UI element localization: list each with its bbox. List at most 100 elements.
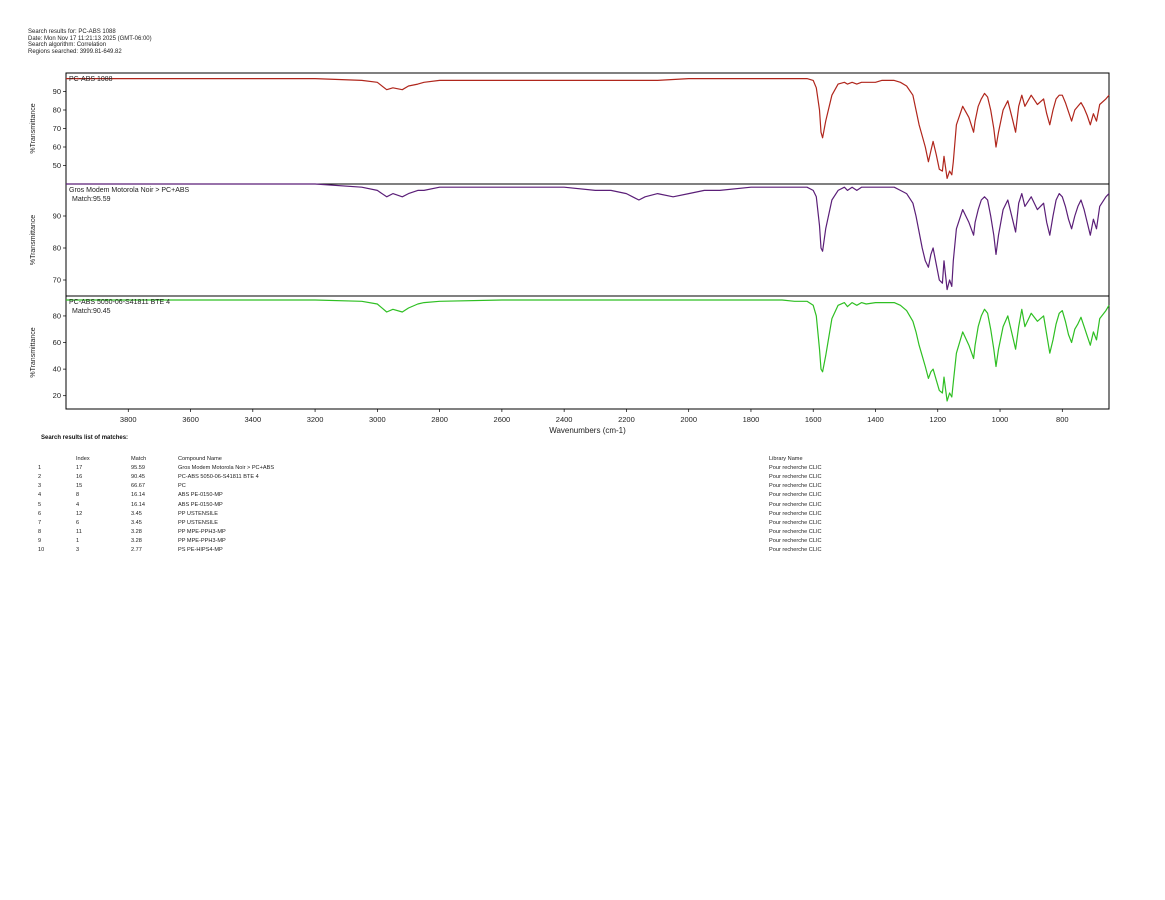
row-rank: 10 [38,547,45,554]
row-name: PP MPE-PPH3-MP [178,529,226,536]
y-tick-label: 40 [53,365,61,374]
table-row[interactable]: 2 16 90.45 PC-ABS 5050-06-S41811 BTE 4 Pour … [38,472,889,481]
row-index: 11 [76,529,82,536]
row-name: Gros Modem Motorola Noir > PC+ABS [178,464,275,471]
spectrum-label: PC-ABS 1088 [69,76,113,83]
row-rank: 6 [38,510,42,517]
table-row[interactable]: 1 17 95.59 Gros Modem Motorola Noir > PC+AB… [38,463,889,472]
row-rank: 1 [38,464,42,471]
row-rank: 4 [38,492,42,499]
compound-name-header: Compound Name [178,455,222,462]
row-match: 3.28 [131,529,142,536]
x-tick-label: 3600 [182,415,199,424]
y-axis-label: %Transmittance [30,327,37,377]
x-tick-label: 1000 [992,415,1009,424]
row-library: Pour recherche CLIC [769,464,822,471]
library-name-header: Library Name [769,455,803,462]
x-tick-label: 3400 [244,415,261,424]
row-match: 3.45 [131,510,142,517]
row-match: 2.77 [131,547,142,554]
row-name: PS PE-HIPS4-MP [178,547,223,554]
row-index: 1 [76,538,80,545]
y-tick-label: 80 [53,311,61,320]
y-tick-label: 90 [53,87,61,96]
row-rank: 5 [38,501,42,508]
y-axis-label: %Transmittance [30,215,37,265]
row-match: 95.59 [131,464,145,471]
x-axis-label: Wavenumbers (cm-1) [549,426,626,435]
y-tick-label: 80 [53,106,61,115]
table-row[interactable]: 6 12 3.45 PP USTENSILE Pour recherche CLIC [38,509,889,518]
x-tick-label: 1200 [929,415,946,424]
y-tick-label: 50 [53,161,61,170]
row-library: Pour recherche CLIC [769,538,822,545]
row-name: PC [178,483,186,490]
results-header-row: Index Match Compound Name Library Name [38,454,889,463]
match-label: Match:95.59 [72,196,111,203]
match-label: Match:90.45 [72,308,111,315]
spectrum-label: Gros Modem Motorola Noir > PC+ABS [69,187,190,194]
row-library: Pour recherche CLIC [769,501,822,508]
spectrum-line [66,78,1110,179]
x-tick-label: 1800 [743,415,760,424]
row-index: 15 [76,483,83,490]
y-tick-label: 60 [53,143,61,152]
table-row[interactable]: 4 8 16.14 ABS PE-0150-MP Pour recherche CLIC [38,491,889,500]
x-tick-label: 1600 [805,415,822,424]
table-row[interactable]: 5 4 16.14 ABS PE-0150-MP Pour recherche CLIC [38,500,889,509]
row-name: ABS PE-0150-MP [178,501,223,508]
row-index: 17 [76,464,83,471]
x-tick-label: 2800 [431,415,448,424]
y-tick-label: 80 [53,244,61,253]
results-table: Index Match Compound Name Library Name 1… [38,454,889,555]
x-tick-label: 2000 [680,415,697,424]
x-tick-label: 3000 [369,415,386,424]
y-tick-label: 90 [53,212,61,221]
x-tick-label: 2600 [494,415,511,424]
table-row[interactable]: 7 6 3.45 PP USTENSILE Pour recherche CLIC [38,518,889,527]
y-tick-label: 60 [53,338,61,347]
row-rank: 3 [38,483,42,490]
row-index: 12 [76,510,83,517]
row-index: 16 [76,473,83,480]
row-match: 3.45 [131,519,142,526]
row-rank: 2 [38,473,42,480]
row-match: 90.45 [131,473,145,480]
row-library: Pour recherche CLIC [769,547,822,554]
x-tick-label: 2400 [556,415,573,424]
y-tick-label: 70 [53,276,61,285]
row-index: 4 [76,501,80,508]
row-index: 3 [76,547,80,554]
row-library: Pour recherche CLIC [769,492,822,499]
row-name: PP USTENSILE [178,510,219,517]
row-match: 66.67 [131,483,145,490]
row-library: Pour recherche CLIC [769,529,822,536]
row-name: PC-ABS 5050-06-S41811 BTE 4 [178,473,259,480]
row-library: Pour recherche CLIC [769,510,822,517]
table-row[interactable]: 9 1 3.28 PP MPE-PPH3-MP Pour recherche CLIC [38,537,889,546]
row-rank: 7 [38,519,42,526]
row-rank: 9 [38,538,42,545]
table-row[interactable]: 8 11 3.28 PP MPE-PPH3-MP Pour recherche CLIC [38,528,889,537]
index-header: Index [76,455,90,462]
x-tick-label: 1400 [867,415,884,424]
table-row[interactable]: 10 3 2.77 PS PE-HIPS4-MP Pour recherche CLIC [38,546,889,555]
spectrum-line [66,299,1110,402]
spectrum-line [66,183,1110,291]
row-name: PP USTENSILE [178,519,219,526]
y-axis-label: %Transmittance [30,103,37,153]
row-index: 6 [76,519,80,526]
results-title: Search results list of matches: [41,435,129,441]
row-library: Pour recherche CLIC [769,519,822,526]
row-library: Pour recherche CLIC [769,483,822,490]
row-rank: 8 [38,529,42,536]
x-tick-label: 800 [1056,415,1069,424]
x-tick-label: 2200 [618,415,635,424]
table-row[interactable]: 3 15 66.67 PC Pour recherche CLIC [38,482,889,491]
row-name: ABS PE-0150-MP [178,492,223,499]
spectra-chart: 50 60 70 80 90 %Transmittance PC-ABS 1088 70 80 9… [30,72,1110,435]
match-header: Match [131,455,147,462]
x-tick-label: 3200 [307,415,324,424]
row-match: 16.14 [131,501,145,508]
row-index: 8 [76,492,80,499]
